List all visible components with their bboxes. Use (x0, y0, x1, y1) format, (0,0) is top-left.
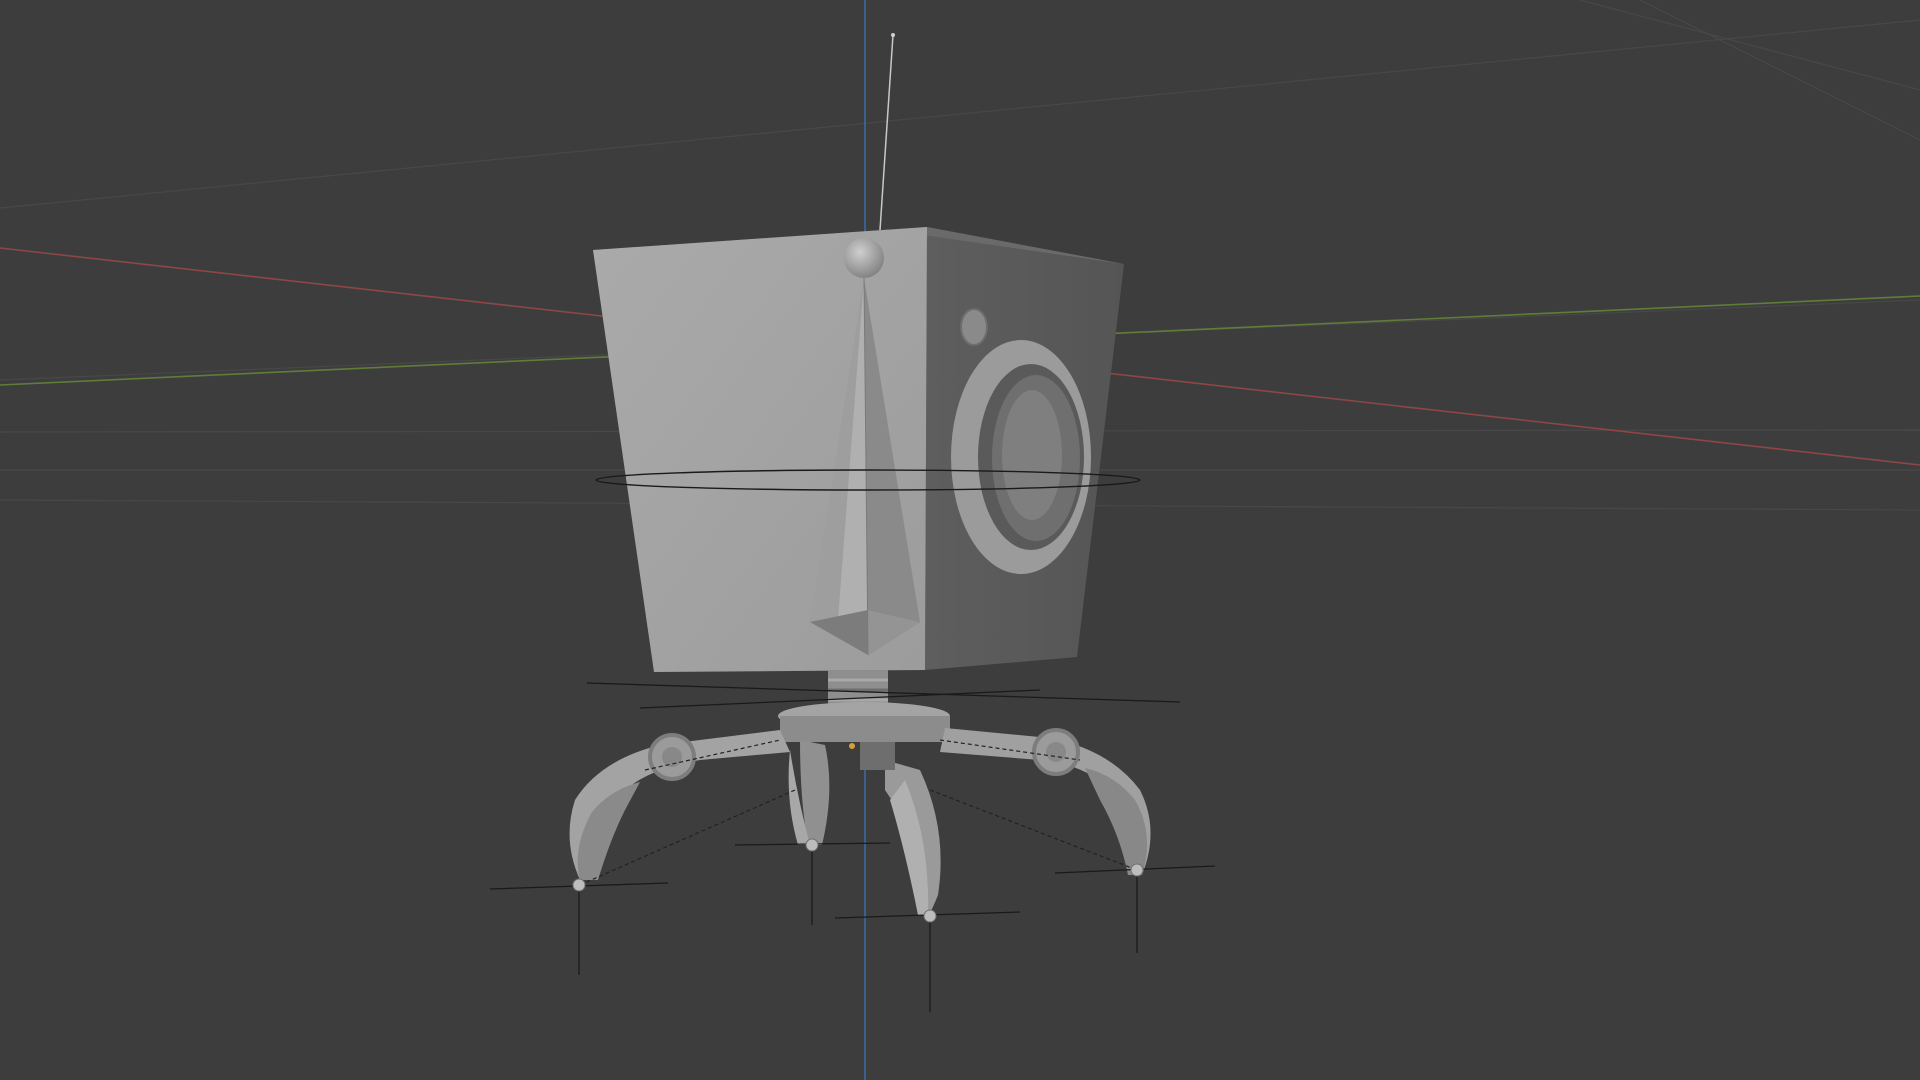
object-origin-dot (849, 743, 855, 749)
3d-viewport[interactable] (0, 0, 1920, 1080)
head-top-ball (844, 238, 884, 278)
antenna (879, 34, 894, 231)
viewport-canvas[interactable] (0, 0, 1920, 1080)
side-eye-ring (951, 340, 1091, 574)
leg-front-right (940, 728, 1151, 875)
base-hub (780, 716, 950, 742)
leg-back-left (788, 740, 830, 845)
leg-back-right (860, 742, 941, 915)
foot-joint-balls[interactable] (572, 838, 1144, 923)
side-bolt (960, 308, 988, 346)
antenna-tip (891, 33, 895, 37)
leg-front-left (569, 730, 790, 880)
